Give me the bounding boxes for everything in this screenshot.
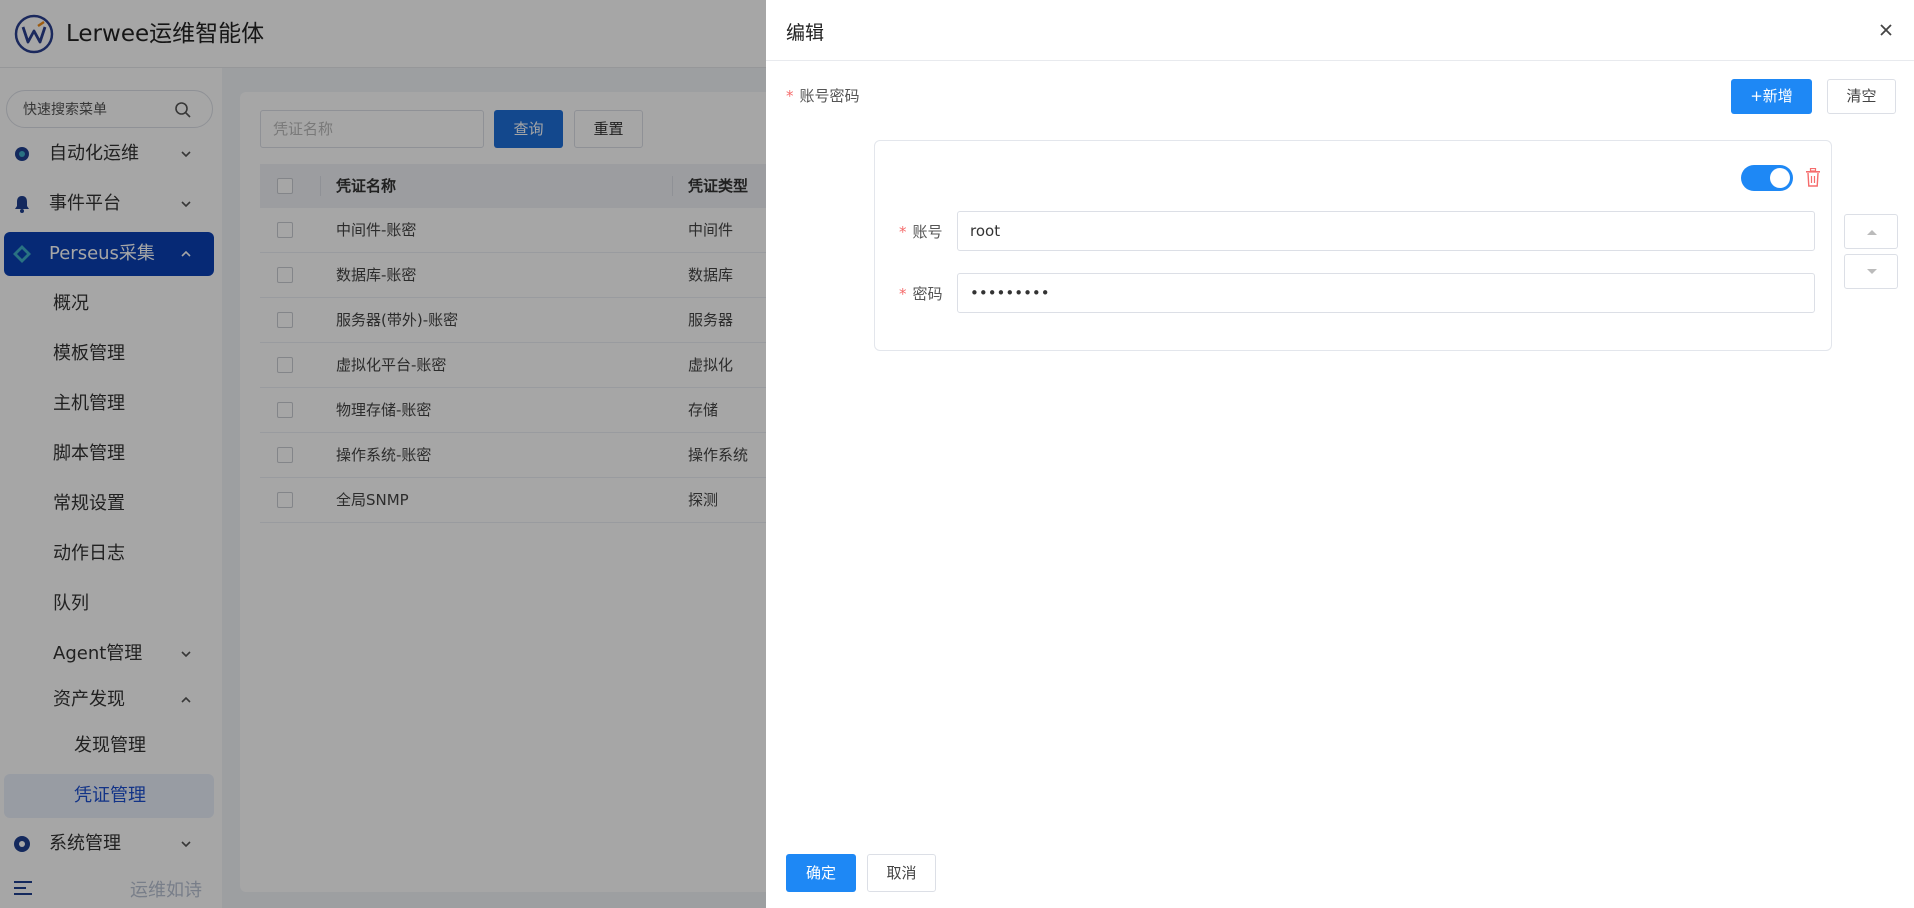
trash-icon[interactable] xyxy=(1805,168,1821,187)
edit-drawer: 编辑 * 账号密码 +新增 清空 * 账号 * 密码 确定 xyxy=(766,0,1914,908)
clear-button[interactable]: 清空 xyxy=(1827,79,1896,114)
required-mark: * xyxy=(899,223,907,241)
required-mark: * xyxy=(786,87,794,105)
drawer-header: 编辑 xyxy=(766,0,1914,61)
field-label-text: 密码 xyxy=(912,285,943,303)
password-input[interactable] xyxy=(968,283,1788,303)
field-label-text: 账号 xyxy=(912,223,943,241)
cancel-button[interactable]: 取消 xyxy=(867,854,936,892)
enable-toggle[interactable] xyxy=(1741,165,1793,191)
drawer-title: 编辑 xyxy=(786,22,825,44)
account-card: * 账号 * 密码 xyxy=(874,140,1832,351)
account-field[interactable] xyxy=(957,211,1815,251)
close-icon[interactable] xyxy=(1878,22,1894,38)
account-label: * 账号 xyxy=(899,221,943,242)
password-field[interactable] xyxy=(957,273,1815,313)
required-mark: * xyxy=(899,285,907,303)
add-button[interactable]: +新增 xyxy=(1731,79,1812,114)
account-input[interactable] xyxy=(968,221,1788,241)
move-up-button[interactable] xyxy=(1844,214,1898,249)
toggle-knob xyxy=(1770,168,1790,188)
modal-overlay[interactable] xyxy=(0,0,766,908)
account-password-label: * 账号密码 xyxy=(786,85,860,106)
caret-down-icon xyxy=(1867,269,1877,274)
field-label-text: 账号密码 xyxy=(799,87,860,105)
move-down-button[interactable] xyxy=(1844,254,1898,289)
password-label: * 密码 xyxy=(899,283,943,304)
caret-up-icon xyxy=(1867,230,1877,235)
confirm-button[interactable]: 确定 xyxy=(786,854,856,892)
